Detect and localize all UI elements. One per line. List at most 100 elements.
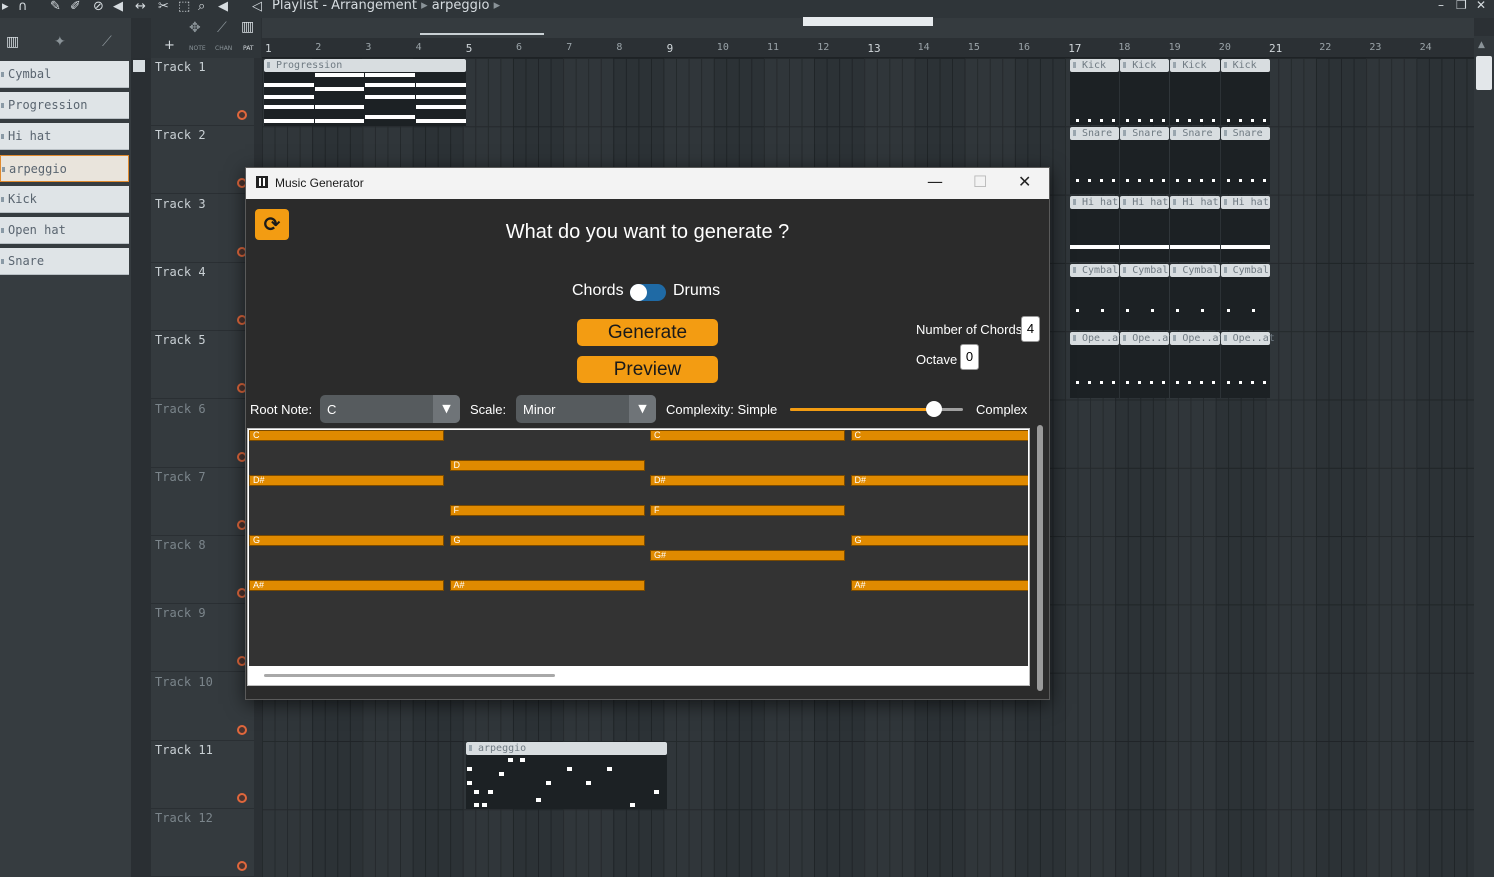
pattern-icon[interactable]: ▥ [241,19,254,35]
select-icon[interactable]: ⬚ [178,0,190,13]
clip-arpeggio[interactable]: arpeggio [466,742,667,809]
piano-icon[interactable]: ▥ [6,34,19,50]
clip-snare[interactable]: Snare [1220,127,1270,194]
playlist-scroll-thumb[interactable] [803,17,933,26]
add-track-button[interactable]: + [164,38,175,53]
roll-horizontal-scrollbar[interactable] [264,674,555,677]
scroll-up-icon[interactable]: ▲ [1478,40,1485,50]
track-mute-led[interactable] [237,110,247,120]
playlist-vertical-scrollbar[interactable]: ▲ [1474,36,1494,877]
clip-snare[interactable]: Snare [1170,127,1220,194]
clip-progression[interactable]: Progression [264,59,466,126]
track-header[interactable]: Track 12 [151,809,254,877]
clip-openhat[interactable]: Ope..at [1120,332,1174,399]
slider-knob[interactable] [925,401,942,417]
pattern-item-kick[interactable]: Kick [0,185,129,213]
chord-note-g[interactable]: G [249,535,444,546]
chord-note-d[interactable]: D [449,460,645,471]
track-header[interactable]: Track 9 [151,604,254,673]
clip-snare[interactable]: Snare [1120,127,1170,194]
track-header[interactable]: Track 8 [151,536,254,605]
mute-icon[interactable]: ◀ [113,0,123,13]
pat-filter[interactable]: PAT [243,45,254,52]
chords-drums-switch[interactable] [630,284,666,301]
chord-note-a-sharp[interactable]: A# [249,580,444,591]
slice-icon[interactable]: ✂ [158,0,169,13]
clip-openhat[interactable]: Ope..at [1220,332,1275,399]
chord-note-f[interactable]: F [650,505,845,516]
chord-note-a-sharp[interactable]: A# [449,580,645,591]
dialog-minimize-button[interactable]: — [927,172,943,191]
track-mute-led[interactable] [237,724,247,735]
chord-note-c[interactable]: C [850,430,1028,441]
pattern-item-open-hat[interactable]: Open hat [0,217,129,244]
clip-cymbal[interactable]: Cymbal [1220,263,1270,331]
track-header[interactable]: Track 4 [151,263,254,331]
track-header[interactable]: Track 6 [151,400,254,468]
clip-cymbal[interactable]: Cymbal [1170,263,1220,331]
close-window-button[interactable]: ✕ [1476,0,1486,12]
preview-button[interactable]: Preview [577,356,718,383]
chord-note-g-sharp[interactable]: G# [650,550,845,561]
play-arrow-icon[interactable]: ▸ [2,0,9,13]
clip-openhat[interactable]: Ope..at [1070,332,1124,399]
chevron-down-icon[interactable]: ▼ [629,395,656,423]
dialog-titlebar[interactable]: Music Generator — ☐ ✕ [246,168,1049,199]
picker-scrollbar[interactable] [131,58,151,877]
chord-note-c[interactable]: C [249,430,444,441]
clip-hihat[interactable]: Hi hat [1170,195,1220,262]
track-header[interactable]: Track 11 [151,741,254,809]
clip-snare[interactable]: Snare [1070,127,1120,194]
curve-icon[interactable]: ⟋ [217,20,227,36]
chevron-down-icon[interactable]: ▼ [433,395,460,423]
speaker-icon[interactable]: ◁ [252,0,262,13]
track-header[interactable]: Track 2 [151,126,254,195]
minimize-window-button[interactable]: – [1438,0,1444,12]
track-header[interactable]: Track 7 [151,468,254,536]
octave-input[interactable]: 0 [960,344,979,370]
dialog-maximize-button[interactable]: ☐ [973,172,987,191]
magnet-icon[interactable]: ∩ [18,0,28,13]
clip-kick[interactable]: Kick [1070,59,1120,126]
num-chords-input[interactable]: 4 [1021,316,1040,342]
clip-kick[interactable]: Kick [1120,59,1170,126]
chord-note-d-sharp[interactable]: D# [850,475,1028,486]
zoom-icon[interactable]: ⌕ [198,0,205,13]
chord-note-g[interactable]: G [850,535,1028,546]
clip-openhat[interactable]: Ope..at [1170,332,1225,399]
chord-note-a-sharp[interactable]: A# [850,580,1028,591]
restore-window-button[interactable]: ❐ [1456,0,1467,12]
track-header[interactable]: Track 1 [151,58,254,126]
audio-icon[interactable]: ✦ [54,34,66,50]
waveform-icon[interactable]: ✥ [189,20,201,36]
chord-note-d-sharp[interactable]: D# [249,475,444,486]
root-note-select[interactable]: C ▼ [320,395,460,423]
pencil-icon[interactable]: ✎ [50,0,61,13]
playlist-vscroll-thumb[interactable] [1476,56,1492,90]
slip-icon[interactable]: ↔ [135,0,146,13]
chord-note-d-sharp[interactable]: D# [650,475,845,486]
pattern-item-cymbal[interactable]: Cymbal [0,61,129,88]
track-header[interactable]: Track 10 [151,673,254,741]
clip-kick[interactable]: Kick [1170,59,1220,126]
track-mute-led[interactable] [237,861,247,872]
playback-icon[interactable]: ◀ [218,0,228,13]
dialog-close-button[interactable]: ✕ [1018,172,1031,191]
chan-filter[interactable]: CHAN [215,45,232,52]
clip-cymbal[interactable]: Cymbal [1070,263,1120,331]
track-header[interactable]: Track 5 [151,331,254,400]
scale-select[interactable]: Minor ▼ [516,395,656,423]
chord-note-g[interactable]: G [449,535,645,546]
pattern-item-progression[interactable]: Progression [0,92,129,120]
chord-roll-canvas[interactable]: C D# G A# D F G A# C D# F G# C D# G A# [249,430,1028,666]
pattern-item-arpeggio[interactable]: arpeggio [0,154,129,182]
generate-button[interactable]: Generate [577,319,718,346]
clip-hihat[interactable]: Hi hat [1070,195,1120,262]
clip-hihat[interactable]: Hi hat [1120,195,1170,262]
pattern-item-snare[interactable]: Snare [0,248,129,276]
chord-note-f[interactable]: F [449,505,645,516]
track-header[interactable]: Track 3 [151,195,254,263]
clip-kick[interactable]: Kick [1220,59,1270,126]
clip-hihat[interactable]: Hi hat [1220,195,1270,262]
automation-icon[interactable]: ⟋ [102,34,112,50]
